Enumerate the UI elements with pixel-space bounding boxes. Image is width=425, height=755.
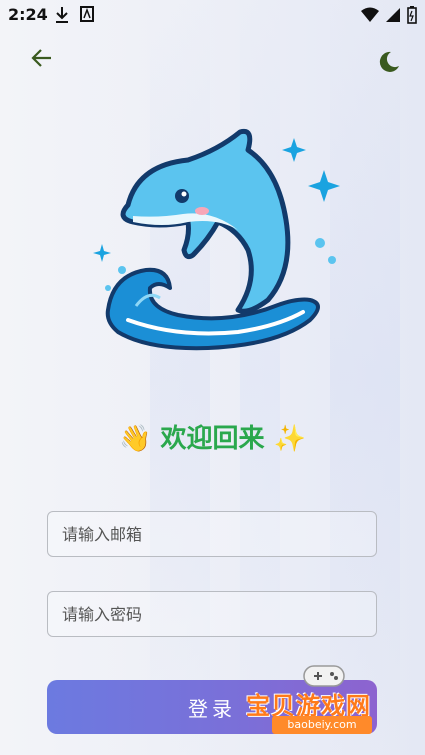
status-time: 2:24 xyxy=(8,5,48,24)
battery-icon xyxy=(407,6,417,28)
welcome-text: 欢迎回来 xyxy=(160,424,265,454)
back-button[interactable] xyxy=(26,44,58,76)
welcome-heading: 👋 欢迎回来 ✨ xyxy=(0,418,425,455)
moon-icon xyxy=(377,50,401,78)
sparkles-icon: ✨ xyxy=(273,424,306,454)
signal-icon xyxy=(385,7,401,27)
dolphin-illustration xyxy=(93,128,340,351)
download-icon xyxy=(54,6,70,28)
login-button[interactable]: 登录 xyxy=(47,680,377,734)
wifi-icon xyxy=(361,7,379,27)
theme-toggle-button[interactable] xyxy=(373,48,405,80)
status-bar: 2:24 xyxy=(0,0,425,30)
app-notification-icon xyxy=(80,6,94,26)
email-input[interactable] xyxy=(47,511,377,557)
waving-hand-icon: 👋 xyxy=(119,424,152,454)
password-input[interactable] xyxy=(47,591,377,637)
arrow-left-icon xyxy=(31,47,53,73)
